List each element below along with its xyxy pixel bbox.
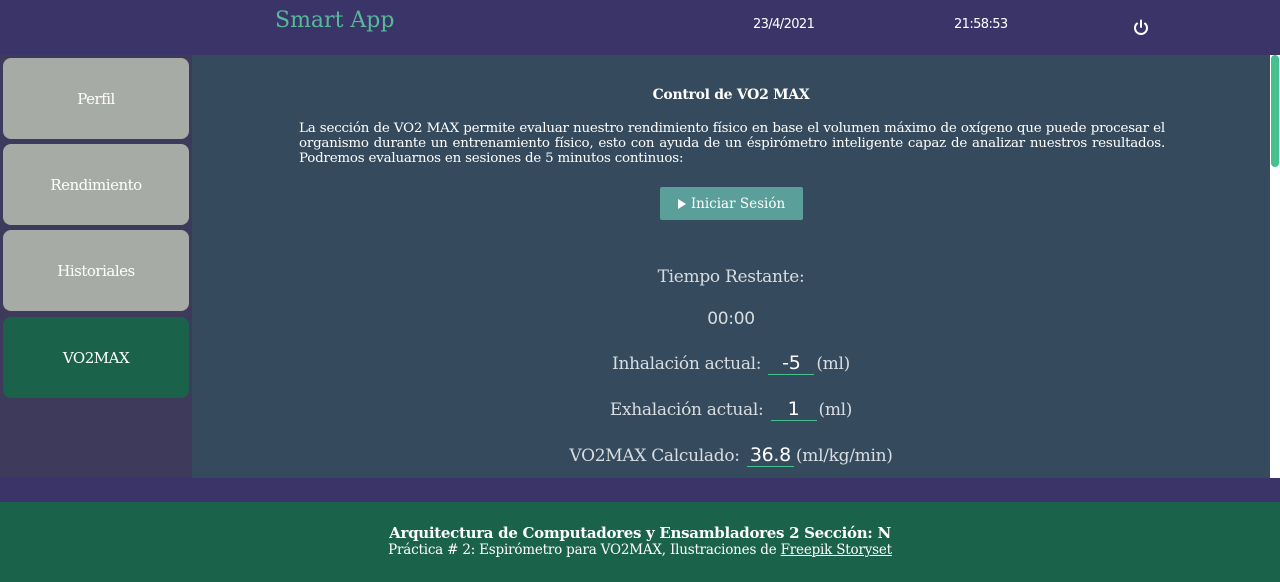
power-button[interactable] <box>1130 17 1152 39</box>
sidebar-item-label: Historiales <box>57 261 135 280</box>
section-title: Control de VO2 MAX <box>652 87 810 103</box>
sidebar-item-vo2max[interactable]: VO2MAX <box>3 317 189 398</box>
inhalation-label: Inhalación actual: <box>612 354 762 374</box>
app-title: Smart App <box>275 8 395 33</box>
start-session-label: Iniciar Sesión <box>690 195 786 212</box>
inhalation-value: -5 <box>768 352 815 375</box>
page-footer: Arquitectura de Computadores y Ensamblad… <box>0 502 1280 582</box>
current-date: 23/4/2021 <box>753 17 815 32</box>
remaining-time-label: Tiempo Restante: <box>657 267 805 287</box>
play-icon <box>677 198 686 209</box>
main-scrollbar[interactable] <box>1270 55 1280 478</box>
start-session-button[interactable]: Iniciar Sesión <box>660 187 803 220</box>
vo2max-label: VO2MAX Calculado: <box>569 446 740 466</box>
sidebar-item-label: VO2MAX <box>62 348 130 367</box>
footer-subtitle: Práctica # 2: Espirómetro para VO2MAX, I… <box>0 542 1280 558</box>
power-icon <box>1134 19 1148 35</box>
vo2max-row: VO2MAX Calculado: 36.8 (ml/kg/min) <box>192 444 1270 467</box>
vo2max-value: 36.8 <box>746 444 794 467</box>
sidebar: Perfil Rendimiento Historiales VO2MAX <box>0 55 192 478</box>
exhalation-row: Exhalación actual: 1 (ml) <box>192 398 1270 421</box>
footer-subtitle-text: Práctica # 2: Espirómetro para VO2MAX, I… <box>388 542 781 558</box>
sidebar-item-perfil[interactable]: Perfil <box>3 58 189 139</box>
sidebar-item-historiales[interactable]: Historiales <box>3 230 189 311</box>
current-time: 21:58:53 <box>954 17 1008 32</box>
sidebar-item-label: Rendimiento <box>50 175 142 194</box>
exhalation-value: 1 <box>770 398 817 421</box>
inhalation-unit: (ml) <box>816 354 850 374</box>
exhalation-unit: (ml) <box>818 400 853 420</box>
sidebar-item-label: Perfil <box>77 89 115 108</box>
footer-title: Arquitectura de Computadores y Ensamblad… <box>389 524 891 542</box>
remaining-time-value: 00:00 <box>707 309 755 329</box>
freepik-storyset-link[interactable]: Freepik Storyset <box>781 542 892 558</box>
bottom-strip <box>0 478 1280 502</box>
main-content: Control de VO2 MAX La sección de VO2 MAX… <box>192 55 1270 478</box>
scrollbar-thumb[interactable] <box>1271 55 1279 167</box>
section-description: La sección de VO2 MAX permite evaluar nu… <box>299 121 1165 166</box>
vo2max-unit: (ml/kg/min) <box>795 446 893 466</box>
sidebar-item-rendimiento[interactable]: Rendimiento <box>3 144 189 225</box>
exhalation-label: Exhalación actual: <box>609 400 764 420</box>
inhalation-row: Inhalación actual: -5 (ml) <box>192 352 1270 375</box>
app-header: Smart App 23/4/2021 21:58:53 <box>0 0 1280 55</box>
